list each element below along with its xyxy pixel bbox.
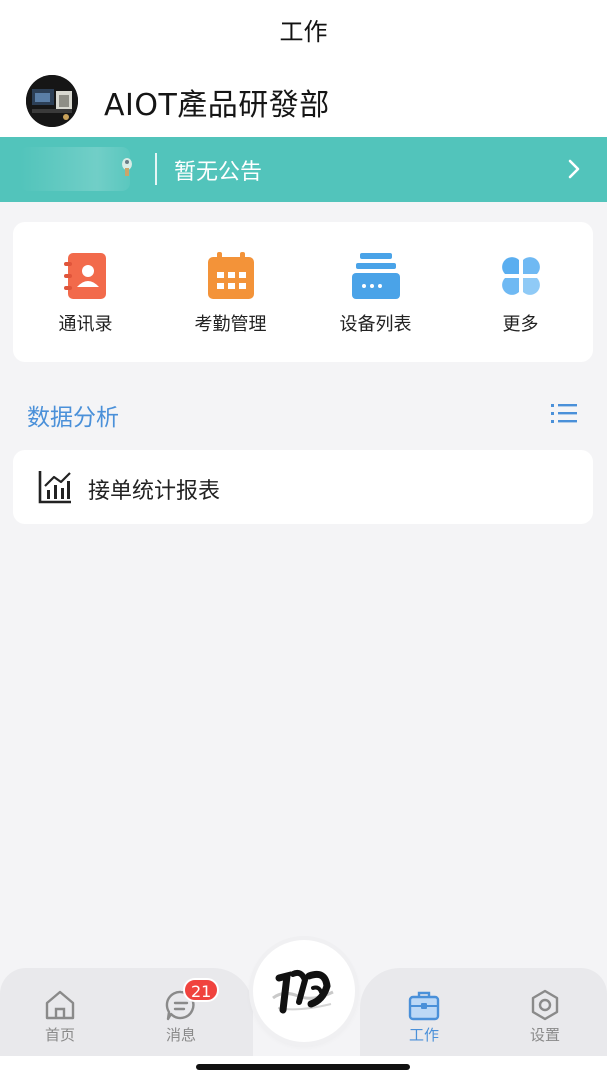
notice-bar[interactable]: 暂无公告 bbox=[0, 137, 607, 202]
header: 工作 AIOT產品研發部 bbox=[0, 0, 607, 137]
quick-action-attendance[interactable]: 考勤管理 bbox=[158, 222, 303, 362]
hexagon-settings-icon bbox=[531, 989, 559, 1021]
tab-label: 首页 bbox=[44, 1026, 75, 1044]
section-title-analysis: 数据分析 bbox=[27, 405, 119, 431]
quick-action-label: 设备列表 bbox=[339, 314, 412, 335]
home-indicator bbox=[196, 1064, 410, 1070]
quick-action-label: 更多 bbox=[502, 314, 539, 335]
calligraphy-logo-icon bbox=[256, 943, 352, 1039]
chevron-right-icon[interactable] bbox=[567, 157, 581, 181]
quick-action-device-list[interactable]: 设备列表 bbox=[303, 222, 448, 362]
report-order-statistics[interactable]: 接单统计报表 bbox=[13, 450, 593, 524]
bar-chart-icon bbox=[38, 471, 71, 504]
quick-action-more[interactable]: 更多 bbox=[448, 222, 593, 362]
announcement-icon bbox=[122, 158, 132, 176]
quick-action-label: 考勤管理 bbox=[194, 314, 267, 335]
tab-label: 消息 bbox=[165, 1026, 196, 1044]
quick-action-label: 通讯录 bbox=[58, 314, 113, 335]
notice-divider bbox=[155, 153, 157, 185]
tab-label: 设置 bbox=[529, 1026, 560, 1044]
center-logo-button[interactable] bbox=[253, 940, 355, 1042]
report-label: 接单统计报表 bbox=[88, 479, 221, 504]
home-icon bbox=[45, 990, 75, 1020]
contacts-book-icon bbox=[64, 253, 106, 299]
more-grid-icon bbox=[502, 257, 540, 295]
tab-work[interactable]: 工作 bbox=[384, 988, 464, 1052]
page-title: 工作 bbox=[279, 18, 328, 46]
tab-settings[interactable]: 设置 bbox=[505, 988, 585, 1052]
work-page: 工作 AIOT產品研發部 暂无公告 通讯录 考勤管理 设备列表 更多 数据分析 … bbox=[0, 0, 607, 1080]
org-name[interactable]: AIOT產品研發部 bbox=[104, 80, 330, 124]
quick-actions-card: 通讯录 考勤管理 设备列表 更多 bbox=[13, 222, 593, 362]
device-list-icon bbox=[352, 253, 400, 299]
org-avatar[interactable] bbox=[26, 75, 78, 127]
tab-label: 工作 bbox=[408, 1026, 439, 1044]
briefcase-icon bbox=[408, 991, 440, 1021]
message-count-badge: 21 bbox=[183, 978, 220, 1002]
tab-home[interactable]: 首页 bbox=[20, 988, 100, 1052]
list-menu-icon[interactable] bbox=[550, 401, 578, 427]
quick-action-contacts[interactable]: 通讯录 bbox=[13, 222, 158, 362]
notice-blur-area bbox=[20, 147, 130, 191]
notice-text: 暂无公告 bbox=[174, 160, 263, 185]
calendar-icon bbox=[208, 252, 254, 299]
